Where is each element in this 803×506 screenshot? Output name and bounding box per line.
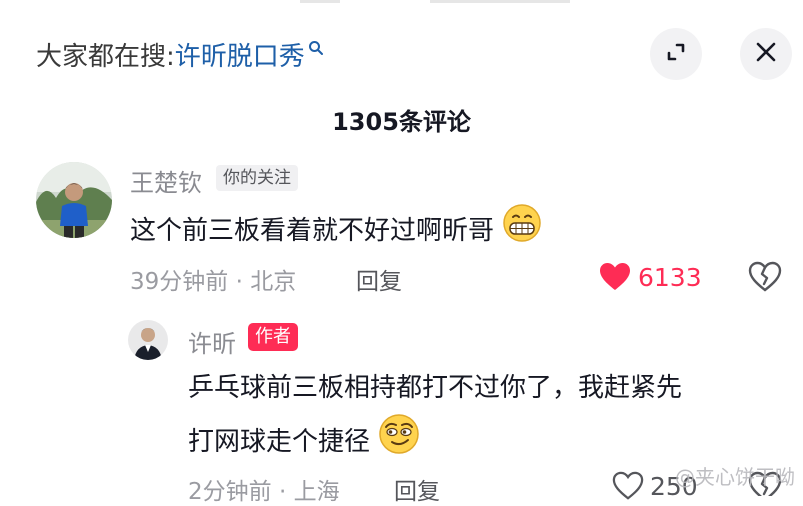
grin-emoji-icon <box>502 203 542 260</box>
comment-text: 这个前三板看着就不好过啊昕哥 <box>130 203 542 260</box>
close-button[interactable] <box>740 28 792 80</box>
watermark: @夹心饼干呦 <box>675 465 795 489</box>
following-tag: 你的关注 <box>216 165 298 191</box>
search-suggestion-prefix: 大家都在搜: <box>36 41 175 72</box>
close-icon <box>755 41 777 67</box>
comment-username[interactable]: 王楚钦 <box>130 163 202 198</box>
reply-username[interactable]: 许昕 <box>188 324 236 359</box>
broken-heart-icon <box>748 471 782 496</box>
heart-filled-icon <box>598 260 632 294</box>
top-edge-shadow <box>300 0 340 3</box>
comments-count-title: 1305条评论 <box>332 108 471 136</box>
search-icon <box>308 33 324 63</box>
avatar[interactable] <box>128 320 168 360</box>
reply-text-line-1: 乒乓球前三板相持都打不过你了，我赶紧先 <box>188 373 683 403</box>
like-button[interactable]: 6133 <box>598 260 702 294</box>
expand-icon <box>665 41 687 67</box>
like-count: 6133 <box>638 262 702 292</box>
smug-emoji-icon <box>378 413 420 472</box>
reply-button[interactable]: 回复 <box>356 262 402 296</box>
author-tag: 作者 <box>248 323 298 351</box>
avatar[interactable] <box>36 162 112 238</box>
reply-time-location: 2分钟前 · 上海 <box>188 479 340 505</box>
expand-button[interactable] <box>650 28 702 80</box>
reply-button[interactable]: 回复 <box>394 472 440 506</box>
broken-heart-icon <box>748 261 782 298</box>
reply-text-line-2: 打网球走个捷径 <box>188 413 420 472</box>
comment-time-location: 39分钟前 · 北京 <box>130 269 297 295</box>
search-suggestion[interactable]: 大家都在搜: 许昕脱口秀 <box>36 34 324 74</box>
comment-text-content: 这个前三板看着就不好过啊昕哥 <box>130 216 495 246</box>
top-edge-shadow <box>430 0 570 3</box>
dislike-button[interactable] <box>748 260 782 294</box>
heart-outline-icon <box>612 470 644 502</box>
reply-text-content: 打网球走个捷径 <box>188 427 371 457</box>
search-suggestion-keyword[interactable]: 许昕脱口秀 <box>175 36 305 73</box>
top-edge <box>0 0 803 6</box>
